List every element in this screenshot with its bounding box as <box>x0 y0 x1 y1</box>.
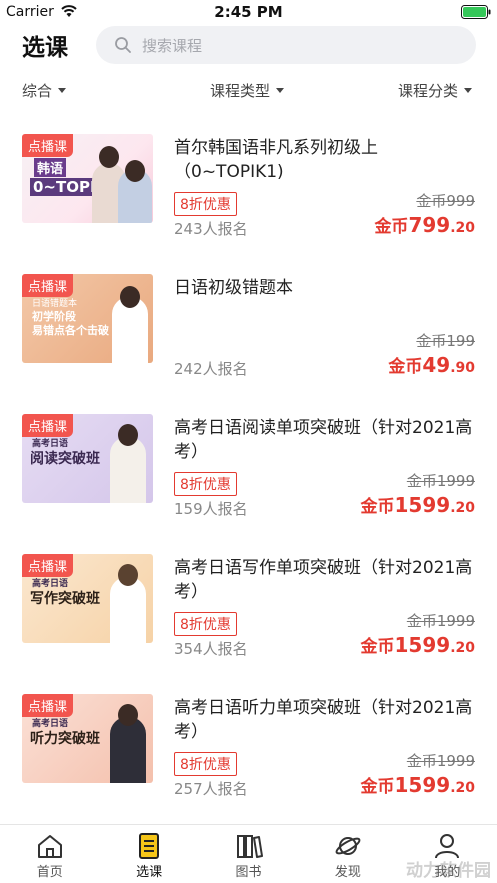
teacher-photo <box>110 577 146 643</box>
teacher-photo <box>110 717 146 783</box>
original-price: 金币1999 <box>406 472 475 490</box>
teacher-photo <box>120 286 140 308</box>
discount-badge: 8折优惠 <box>174 612 237 636</box>
tab-label: 图书 <box>235 865 262 880</box>
planet-icon <box>335 837 361 855</box>
course-item[interactable]: 点播课 韩语 0~TOPIK1 首尔韩国语非凡系列初级上（0~TOPIK1) 8… <box>0 118 497 258</box>
filter-label: 课程类型 <box>210 82 271 100</box>
thumbnail-text: 听力突破班 <box>30 731 100 747</box>
enrollment-count: 354人报名 <box>174 640 248 658</box>
search-placeholder: 搜索课程 <box>142 37 203 55</box>
books-icon <box>236 835 263 858</box>
filter-bar: 综合 课程类型 课程分类 <box>0 76 497 104</box>
teacher-photo <box>110 437 146 503</box>
teacher-photo <box>118 564 138 586</box>
enrollment-count: 159人报名 <box>174 500 248 518</box>
price-decimal: .90 <box>450 360 475 376</box>
filter-comprehensive[interactable]: 综合 <box>22 80 67 101</box>
discount-badge: 8折优惠 <box>174 752 237 776</box>
filter-label: 课程分类 <box>398 82 459 100</box>
course-item[interactable]: 点播课 高考日语 阅读突破班 高考日语阅读单项突破班（针对2021高考） 8折优… <box>0 398 497 538</box>
price-integer: 49 <box>422 353 451 377</box>
price-currency: 金币 <box>388 357 423 377</box>
clock: 2:45 PM <box>214 3 283 21</box>
enrollment-count: 257人报名 <box>174 780 248 798</box>
course-tag: 点播课 <box>22 694 74 717</box>
filter-course-category[interactable]: 课程分类 <box>398 80 473 101</box>
tab-books[interactable]: 图书 <box>199 825 298 883</box>
tab-label: 发现 <box>334 865 361 880</box>
tab-discover[interactable]: 发现 <box>298 825 397 883</box>
current-price: 金币1599.20 <box>361 492 475 517</box>
caret-down-icon <box>276 88 285 93</box>
battery-icon <box>461 5 491 19</box>
watermark: 动力软件园 <box>406 861 491 881</box>
enrollment-count: 243人报名 <box>174 220 248 238</box>
home-icon <box>37 835 62 858</box>
course-title: 日语初级错题本 <box>174 278 293 298</box>
course-title: 高考日语阅读单项突破班（针对2021高考） <box>174 418 473 462</box>
price-integer: 1599 <box>394 773 451 797</box>
price-decimal: .20 <box>450 500 475 516</box>
price-currency: 金币 <box>360 637 395 657</box>
course-thumbnail: 点播课 日语错题本 初学阶段 易错点各个击破 <box>22 274 153 363</box>
discount-badge: 8折优惠 <box>174 472 237 496</box>
price-integer: 1599 <box>394 633 451 657</box>
price-currency: 金币 <box>360 497 395 517</box>
tab-label: 选课 <box>136 865 163 880</box>
price-decimal: .20 <box>450 780 475 796</box>
thumbnail-text: 写作突破班 <box>30 591 100 607</box>
course-title: 高考日语写作单项突破班（针对2021高考） <box>174 558 473 602</box>
thumbnail-text: 易错点各个击破 <box>32 324 109 337</box>
course-thumbnail: 点播课 韩语 0~TOPIK1 <box>22 134 153 223</box>
course-tag: 点播课 <box>22 554 74 577</box>
current-price: 金币799.20 <box>374 212 475 237</box>
course-item[interactable]: 点播课 高考日语 听力突破班 高考日语听力单项突破班（针对2021高考） 8折优… <box>0 678 497 818</box>
price-integer: 1599 <box>394 493 451 517</box>
course-list-icon <box>139 833 160 859</box>
course-tag: 点播课 <box>22 274 74 297</box>
course-thumbnail: 点播课 高考日语 听力突破班 <box>22 694 153 783</box>
filter-course-type[interactable]: 课程类型 <box>210 80 285 101</box>
teacher-photo <box>118 704 138 726</box>
course-title: 首尔韩国语非凡系列初级上（0~TOPIK1) <box>174 138 378 182</box>
original-price: 金币1999 <box>406 752 475 770</box>
course-item[interactable]: 点播课 日语错题本 初学阶段 易错点各个击破 日语初级错题本 242人报名 金币… <box>0 258 497 398</box>
price-decimal: .20 <box>450 220 475 236</box>
discount-badge: 8折优惠 <box>174 192 237 216</box>
current-price: 金币49.90 <box>388 352 475 377</box>
original-price: 金币999 <box>416 192 475 210</box>
teacher-photo <box>125 160 145 182</box>
course-thumbnail: 点播课 高考日语 写作突破班 <box>22 554 153 643</box>
teacher-photo <box>118 424 138 446</box>
current-price: 金币1599.20 <box>361 632 475 657</box>
caret-down-icon <box>58 88 67 93</box>
price-currency: 金币 <box>360 777 395 797</box>
page-title: 选课 <box>22 35 68 61</box>
status-bar: Carrier 2:45 PM <box>0 0 497 24</box>
original-price: 金币199 <box>416 332 475 350</box>
current-price: 金币1599.20 <box>361 772 475 797</box>
teacher-photo <box>99 146 119 168</box>
tab-courses[interactable]: 选课 <box>99 825 198 883</box>
tab-label: 首页 <box>36 865 63 880</box>
filter-label: 综合 <box>22 82 53 100</box>
tab-home[interactable]: 首页 <box>0 825 99 883</box>
search-icon <box>115 37 131 53</box>
course-tag: 点播课 <box>22 414 74 437</box>
course-tag: 点播课 <box>22 134 74 157</box>
search-input[interactable]: 搜索课程 <box>96 26 476 64</box>
price-integer: 799 <box>408 213 451 237</box>
original-price: 金币1999 <box>406 612 475 630</box>
course-title: 高考日语听力单项突破班（针对2021高考） <box>174 698 473 742</box>
course-thumbnail: 点播课 高考日语 阅读突破班 <box>22 414 153 503</box>
price-decimal: .20 <box>450 640 475 656</box>
course-item[interactable]: 点播课 高考日语 写作突破班 高考日语写作单项突破班（针对2021高考） 8折优… <box>0 538 497 678</box>
price-currency: 金币 <box>374 217 409 237</box>
header: 选课 搜索课程 <box>0 24 497 70</box>
enrollment-count: 242人报名 <box>174 360 248 378</box>
caret-down-icon <box>464 88 473 93</box>
thumbnail-text: 阅读突破班 <box>30 451 100 467</box>
thumbnail-text: 韩语 <box>34 158 67 177</box>
